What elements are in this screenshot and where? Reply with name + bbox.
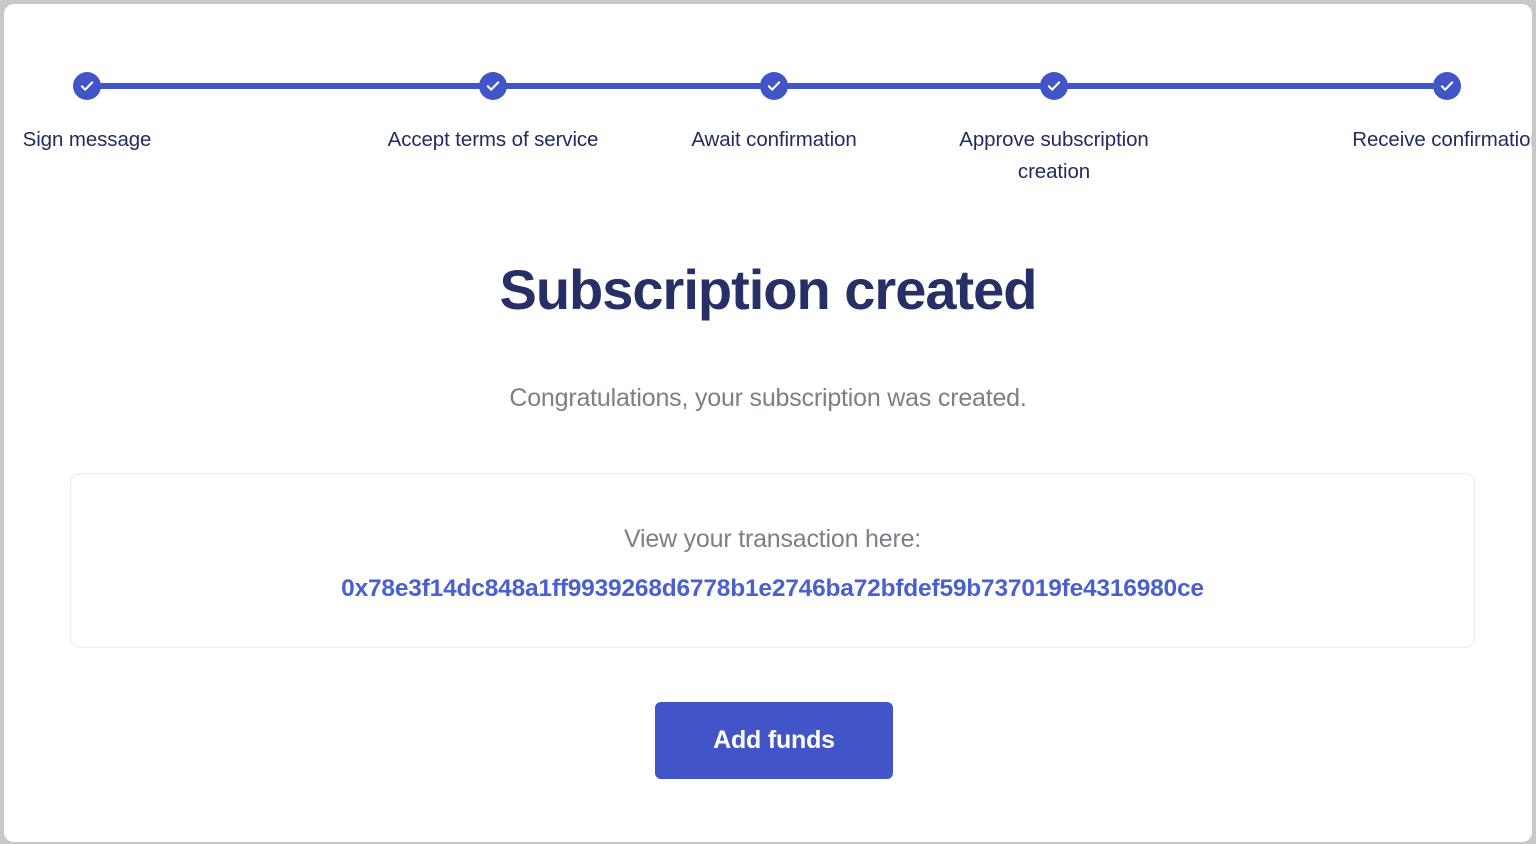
stepper-step-label: Receive confirmation <box>1352 128 1532 151</box>
stepper-step-label: Await confirmation <box>691 128 857 151</box>
check-icon <box>1040 72 1068 100</box>
page-subtitle: Congratulations, your subscription was c… <box>509 384 1027 412</box>
add-funds-button[interactable]: Add funds <box>655 702 893 779</box>
transaction-panel: View your transaction here: 0x78e3f14dc8… <box>70 473 1475 648</box>
stepper-step-label: Approve subscription creation <box>959 128 1149 183</box>
transaction-hash-link[interactable]: 0x78e3f14dc848a1ff9939268d6778b1e2746ba7… <box>71 572 1474 606</box>
stepper-step-await-confirmation[interactable]: Await confirmation <box>691 72 857 151</box>
stepper-step-approve-subscription[interactable]: Approve subscription creation <box>959 72 1149 183</box>
progress-stepper: Sign message Accept terms of service Awa… <box>23 72 1532 202</box>
stepper-step-label: Sign message <box>22 128 152 151</box>
page-title: Subscription created <box>499 258 1037 321</box>
stepper-step-accept-terms[interactable]: Accept terms of service <box>388 72 598 151</box>
check-icon <box>760 72 788 100</box>
subscription-success-card: Sign message Accept terms of service Awa… <box>4 4 1532 842</box>
stepper-step-receive-confirmation[interactable]: Receive confirmation <box>1352 72 1532 151</box>
check-icon <box>73 72 101 100</box>
transaction-caption: View your transaction here: <box>623 525 922 553</box>
stepper-step-sign-message[interactable]: Sign message <box>23 72 151 151</box>
check-icon <box>479 72 507 100</box>
stepper-step-label: Accept terms of service <box>387 128 599 151</box>
check-icon <box>1433 72 1461 100</box>
